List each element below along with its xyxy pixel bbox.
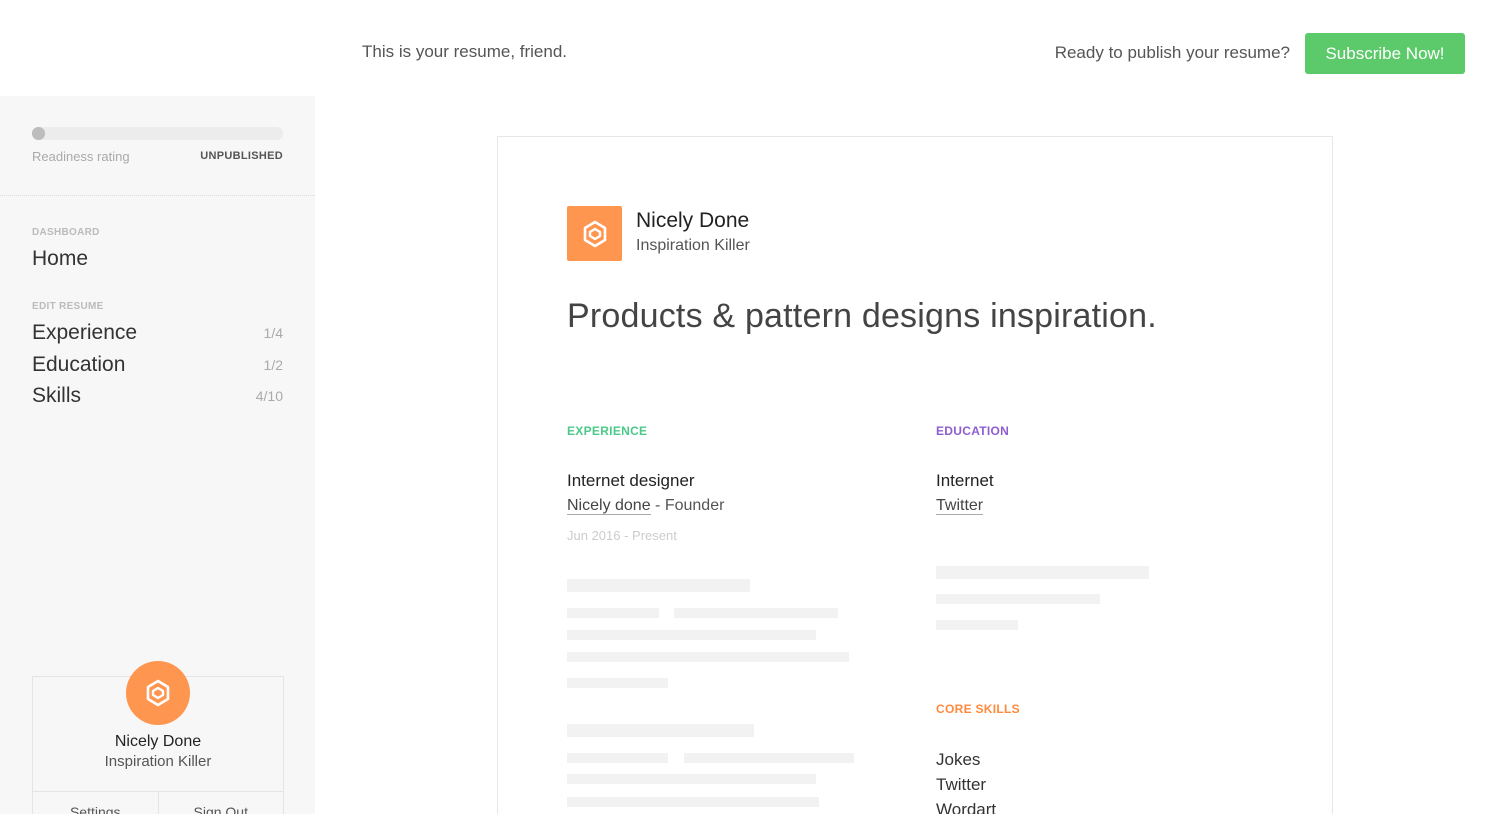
hexagon-logo-icon [146, 679, 170, 707]
sidebar: Readiness rating UNPUBLISHED DASHBOARD H… [0, 96, 315, 814]
core-skills-heading: CORE SKILLS [936, 702, 1020, 716]
experience-job-title: Internet designer [567, 471, 695, 490]
skill-item: Wordart [936, 800, 997, 814]
placeholder-line [567, 724, 754, 737]
readiness-progress-knob [32, 127, 45, 140]
placeholder-line [567, 774, 816, 784]
resume-name: Nicely Done [636, 209, 750, 232]
sidebar-item-education[interactable]: Education 1/2 [32, 351, 283, 379]
sidebar-item-count: 4/10 [255, 388, 283, 404]
sidebar-item-label: Home [32, 247, 89, 270]
skill-item: Twitter [936, 775, 987, 794]
readiness-panel: Readiness rating UNPUBLISHED [0, 96, 315, 196]
placeholder-line [567, 797, 819, 807]
sidebar-item-label: Skills [32, 384, 82, 407]
readiness-label: Readiness rating [32, 149, 130, 164]
skill-item: Jokes [936, 750, 981, 769]
sidebar-item-count: 1/4 [263, 325, 283, 341]
top-bar: This is your resume, friend. Ready to pu… [0, 0, 1512, 96]
nav-section-dashboard: DASHBOARD [32, 227, 100, 238]
sidebar-item-experience[interactable]: Experience 1/4 [32, 319, 283, 347]
resume-headline: Products & pattern designs inspiration. [567, 297, 1157, 335]
experience-heading: EXPERIENCE [567, 424, 648, 438]
resume-preview: Nicely Done Inspiration Killer Products … [497, 136, 1333, 814]
profile-actions: Settings Sign Out [33, 791, 283, 814]
placeholder-line [936, 566, 1149, 579]
profile-role: Inspiration Killer [104, 753, 212, 770]
sidebar-item-count: 1/2 [263, 357, 283, 373]
sidebar-item-skills[interactable]: Skills 4/10 [32, 382, 283, 410]
placeholder-line [567, 652, 849, 662]
placeholder-line [684, 753, 854, 763]
placeholder-line [674, 608, 838, 618]
resume-logo [567, 206, 622, 261]
sidebar-item-label: Experience [32, 321, 138, 344]
placeholder-line [936, 594, 1100, 604]
sign-out-button[interactable]: Sign Out [157, 792, 284, 814]
sidebar-item-home[interactable]: Home [32, 245, 283, 273]
placeholder-line [567, 630, 816, 640]
sidebar-item-label: Education [32, 353, 126, 376]
placeholder-line [567, 753, 668, 763]
placeholder-line [567, 678, 668, 688]
placeholder-line [567, 579, 750, 592]
experience-company[interactable]: Nicely done [567, 497, 651, 515]
subscribe-button[interactable]: Subscribe Now! [1305, 33, 1465, 74]
top-message: This is your resume, friend. [362, 42, 568, 61]
hexagon-logo-icon [583, 220, 606, 247]
experience-dates: Jun 2016 - Present [567, 528, 677, 543]
readiness-progress-bar [32, 127, 283, 140]
avatar [126, 661, 190, 725]
profile-card: Nicely Done Inspiration Killer Settings … [32, 661, 284, 814]
nav-section-edit-resume: EDIT RESUME [32, 301, 104, 312]
experience-role: - Founder [650, 497, 725, 514]
profile-name: Nicely Done [114, 733, 202, 750]
placeholder-line [567, 608, 659, 618]
placeholder-line [936, 620, 1018, 630]
publish-prompt: Ready to publish your resume? [1054, 43, 1290, 62]
education-program[interactable]: Twitter [936, 497, 984, 515]
settings-button[interactable]: Settings [33, 792, 158, 814]
education-heading: EDUCATION [936, 424, 1010, 438]
status-badge: UNPUBLISHED [200, 150, 283, 162]
education-program-line: Twitter [936, 497, 984, 515]
education-school: Internet [936, 471, 994, 490]
experience-company-line: Nicely done - Founder [567, 497, 724, 515]
resume-title: Inspiration Killer [636, 237, 750, 254]
